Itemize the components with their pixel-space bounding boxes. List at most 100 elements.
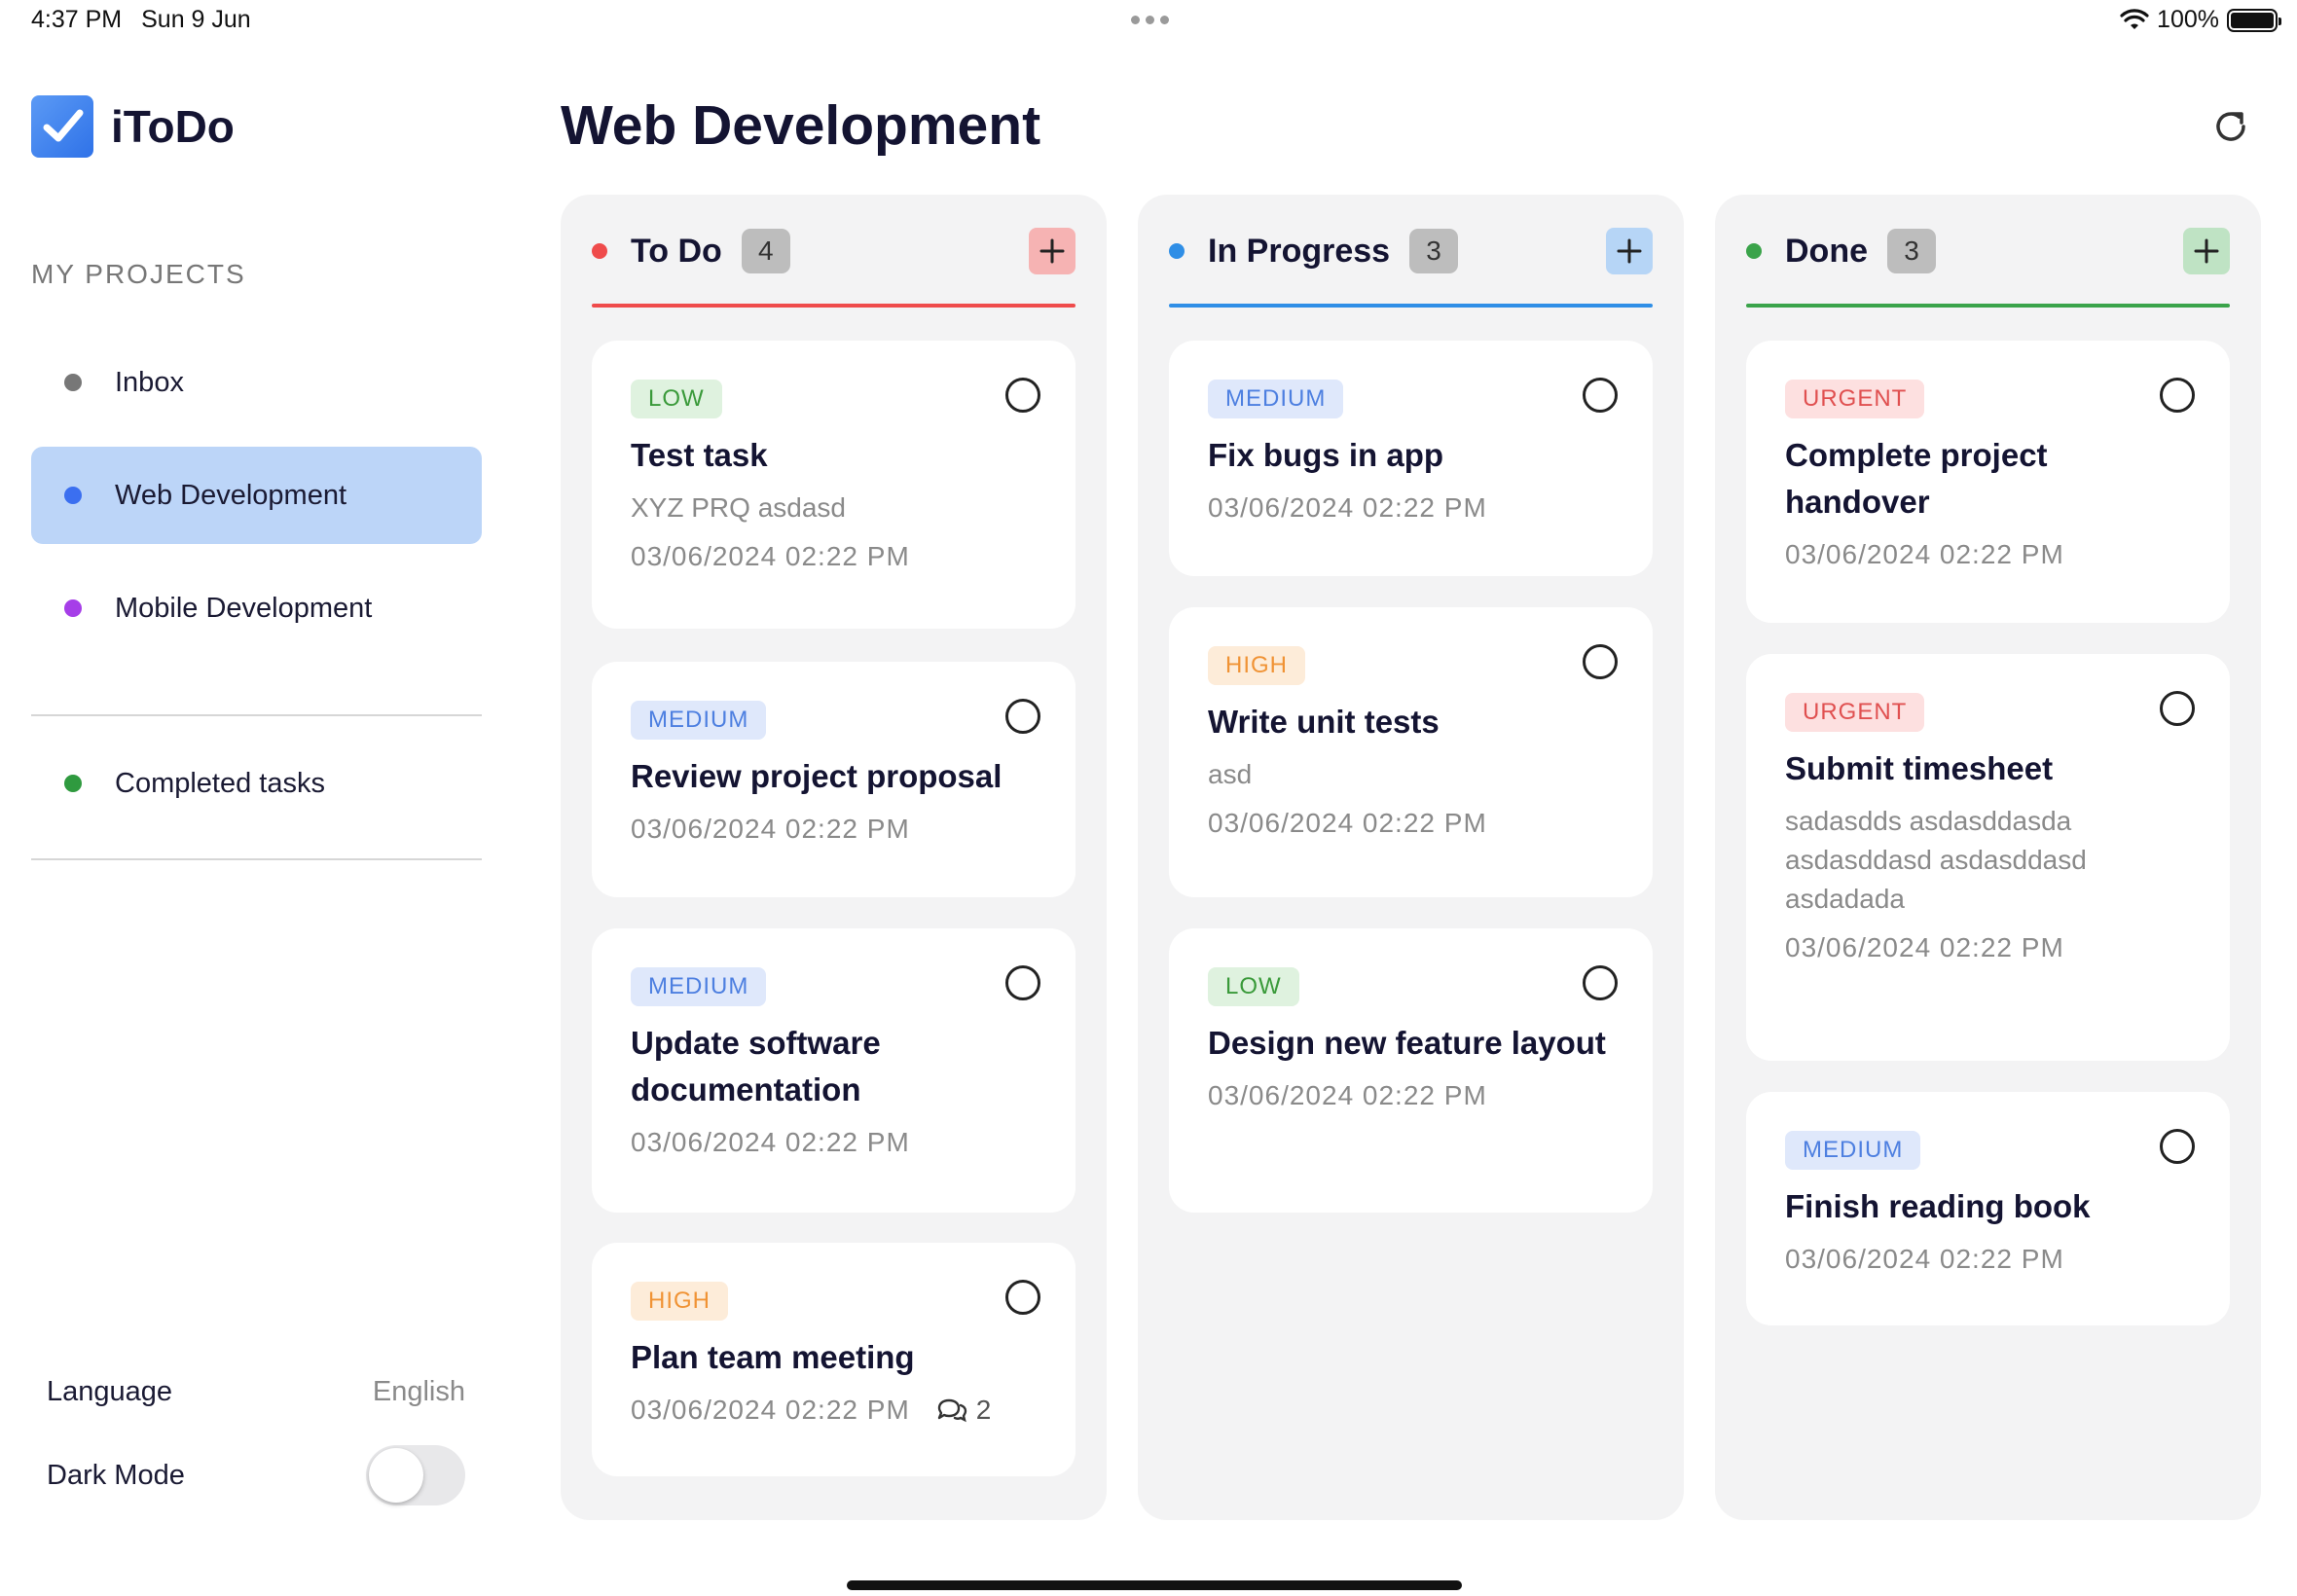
divider (31, 858, 482, 860)
app-logo: iToDo (31, 95, 235, 158)
task-date: 03/06/2024 02:22 PM (631, 1127, 910, 1157)
priority-badge: MEDIUM (1785, 1131, 1921, 1170)
task-title: Plan team meeting (631, 1339, 915, 1375)
task-title: Test task (631, 437, 768, 473)
column-title: Done (1785, 232, 1868, 270)
complete-checkbox[interactable] (2160, 1129, 2195, 1164)
task-card[interactable]: HIGH Plan team meeting 03/06/2024 02:22 … (592, 1243, 1076, 1476)
sidebar-item-completed-tasks[interactable]: Completed tasks (31, 735, 482, 832)
dark-mode-setting: Dark Mode (47, 1445, 465, 1505)
priority-badge: LOW (1208, 967, 1299, 1006)
comments-indicator[interactable]: 2 (935, 1395, 993, 1426)
project-dot-icon (64, 487, 82, 504)
sidebar-item-web-development[interactable]: Web Development (31, 447, 482, 544)
task-date: 03/06/2024 02:22 PM (631, 814, 910, 844)
task-date: 03/06/2024 02:22 PM (631, 541, 910, 571)
column-done: Done 3 URGENT Complete project handover … (1715, 195, 2261, 1520)
language-value[interactable]: English (373, 1376, 465, 1408)
plus-icon (2194, 238, 2219, 264)
task-date: 03/06/2024 02:22 PM (1208, 808, 1487, 838)
page-title: Web Development (561, 94, 1041, 157)
column-header: In Progress 3 (1169, 224, 1653, 278)
priority-badge: URGENT (1785, 693, 1925, 732)
task-card[interactable]: URGENT Complete project handover 03/06/2… (1746, 341, 2230, 623)
app-name: iToDo (111, 101, 235, 152)
task-card[interactable]: MEDIUM Fix bugs in app 03/06/2024 02:22 … (1169, 341, 1653, 576)
task-title: Write unit tests (1208, 704, 1440, 740)
status-clock: 4:37 PM Sun 9 Jun (31, 6, 271, 34)
complete-checkbox[interactable] (1583, 965, 1618, 1000)
task-date: 03/06/2024 02:22 PM (1208, 1080, 1487, 1110)
add-task-button[interactable] (2183, 228, 2230, 274)
column-underline (1169, 304, 1653, 308)
dark-mode-toggle[interactable] (366, 1445, 465, 1505)
column-count-badge: 4 (741, 229, 790, 273)
task-title: Complete project handover (1785, 437, 2048, 520)
task-card[interactable]: LOW Test task XYZ PRQ asdasd 03/06/2024 … (592, 341, 1076, 629)
checkbox-logo-icon (31, 95, 93, 158)
refresh-button[interactable] (2209, 105, 2252, 148)
language-setting[interactable]: Language English (47, 1367, 465, 1416)
column-header: Done 3 (1746, 224, 2230, 278)
task-card[interactable]: MEDIUM Update software documentation 03/… (592, 928, 1076, 1213)
battery-icon (2227, 8, 2281, 32)
add-task-button[interactable] (1029, 228, 1076, 274)
task-title: Design new feature layout (1208, 1025, 1606, 1061)
status-indicators: 100% (2120, 6, 2281, 34)
task-description: XYZ PRQ asdasd (631, 492, 846, 523)
column-title: In Progress (1208, 232, 1391, 270)
task-date: 03/06/2024 02:22 PM (1785, 932, 2064, 962)
column-count-badge: 3 (1887, 229, 1936, 273)
task-date: 03/06/2024 02:22 PM (631, 1395, 910, 1425)
comment-count: 2 (975, 1395, 993, 1425)
toggle-knob (369, 1448, 423, 1503)
task-card[interactable]: HIGH Write unit tests asd 03/06/2024 02:… (1169, 607, 1653, 897)
complete-checkbox[interactable] (2160, 691, 2195, 726)
sidebar-item-label: Mobile Development (115, 592, 373, 624)
task-title: Update software documentation (631, 1025, 881, 1107)
priority-badge: LOW (631, 380, 722, 418)
wifi-icon (2120, 8, 2149, 29)
task-date: 03/06/2024 02:22 PM (1208, 492, 1487, 523)
priority-badge: MEDIUM (631, 967, 767, 1006)
column-title: To Do (631, 232, 722, 270)
complete-checkbox[interactable] (1583, 378, 1618, 413)
sidebar-item-label: Web Development (115, 479, 347, 511)
column-header: To Do 4 (592, 224, 1076, 278)
complete-checkbox[interactable] (1005, 378, 1040, 413)
complete-checkbox[interactable] (1005, 1280, 1040, 1315)
task-date: 03/06/2024 02:22 PM (1785, 539, 2064, 569)
battery-percent: 100% (2157, 6, 2219, 33)
task-title: Finish reading book (1785, 1188, 2091, 1224)
priority-badge: MEDIUM (631, 701, 767, 740)
task-card[interactable]: LOW Design new feature layout 03/06/2024… (1169, 928, 1653, 1213)
column-dot-icon (1746, 243, 1762, 259)
priority-badge: HIGH (1208, 646, 1305, 685)
task-card[interactable]: URGENT Submit timesheet sadasdds asdasdd… (1746, 654, 2230, 1061)
home-indicator[interactable] (847, 1580, 1462, 1590)
plus-icon (1617, 238, 1642, 264)
comment-icon (937, 1398, 966, 1423)
task-card[interactable]: MEDIUM Review project proposal 03/06/202… (592, 662, 1076, 897)
task-title: Fix bugs in app (1208, 437, 1444, 473)
plus-icon (1039, 238, 1065, 264)
task-title: Submit timesheet (1785, 750, 2054, 786)
task-date-row: 03/06/2024 02:22 PM 2 (631, 1395, 1037, 1426)
sidebar-item-mobile-development[interactable]: Mobile Development (31, 560, 482, 657)
complete-checkbox[interactable] (1005, 965, 1040, 1000)
priority-badge: URGENT (1785, 380, 1925, 418)
column-in-progress: In Progress 3 MEDIUM Fix bugs in app 03/… (1138, 195, 1684, 1520)
sidebar-item-inbox[interactable]: Inbox (31, 334, 482, 431)
sidebar-item-label: Inbox (115, 366, 184, 398)
column-underline (592, 304, 1076, 308)
complete-checkbox[interactable] (1005, 699, 1040, 734)
priority-badge: HIGH (631, 1282, 728, 1321)
task-card[interactable]: MEDIUM Finish reading book 03/06/2024 02… (1746, 1092, 2230, 1325)
add-task-button[interactable] (1606, 228, 1653, 274)
multitasking-dots-icon[interactable] (1131, 16, 1169, 24)
column-count-badge: 3 (1409, 229, 1459, 273)
priority-badge: MEDIUM (1208, 380, 1344, 418)
complete-checkbox[interactable] (1583, 644, 1618, 679)
dark-mode-label: Dark Mode (47, 1459, 185, 1491)
complete-checkbox[interactable] (2160, 378, 2195, 413)
